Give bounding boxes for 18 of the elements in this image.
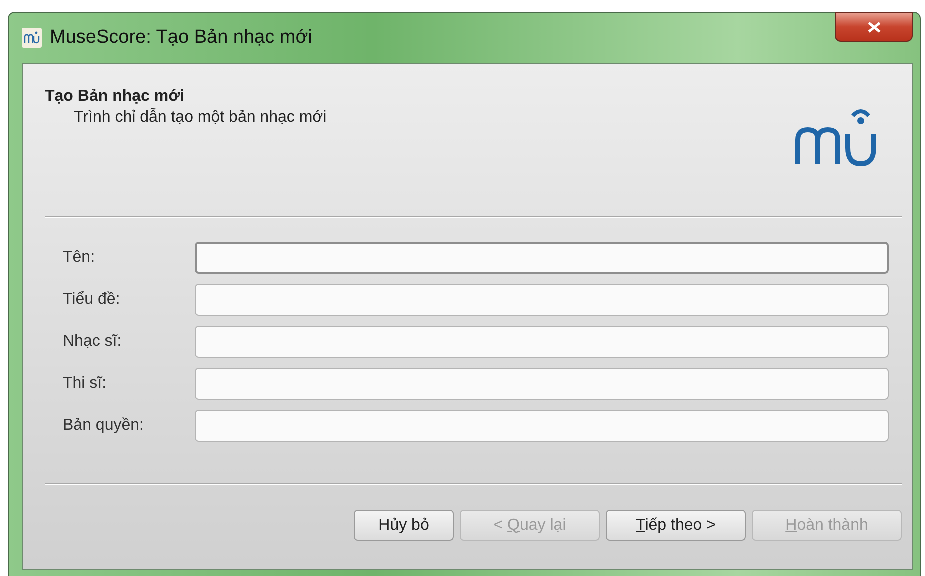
input-field[interactable] (195, 284, 889, 316)
input-field[interactable] (195, 242, 889, 274)
field-label: Tên: (63, 249, 96, 267)
field-label: Nhạc sĩ: (63, 333, 123, 351)
field-label: Bản quyền: (63, 417, 145, 435)
input-field[interactable] (195, 368, 889, 400)
close-icon (868, 22, 880, 32)
window-title: MuseScore: Tạo Bản nhạc mới (50, 27, 312, 49)
app-logo-icon (22, 28, 42, 48)
dialog-button[interactable]: Tiếp theo > (606, 510, 746, 541)
field-label: Thi sĩ: (63, 375, 108, 393)
input-field[interactable] (195, 326, 889, 358)
page-title: Tạo Bản nhạc mới (45, 88, 186, 106)
dialog-button[interactable]: Hủy bỏ (354, 510, 454, 541)
page-subtitle: Trình chỉ dẫn tạo một bản nhạc mới (73, 109, 327, 127)
field-label: Tiểu đề: (63, 291, 122, 309)
close-button[interactable] (835, 12, 913, 42)
input-field[interactable] (195, 410, 889, 442)
